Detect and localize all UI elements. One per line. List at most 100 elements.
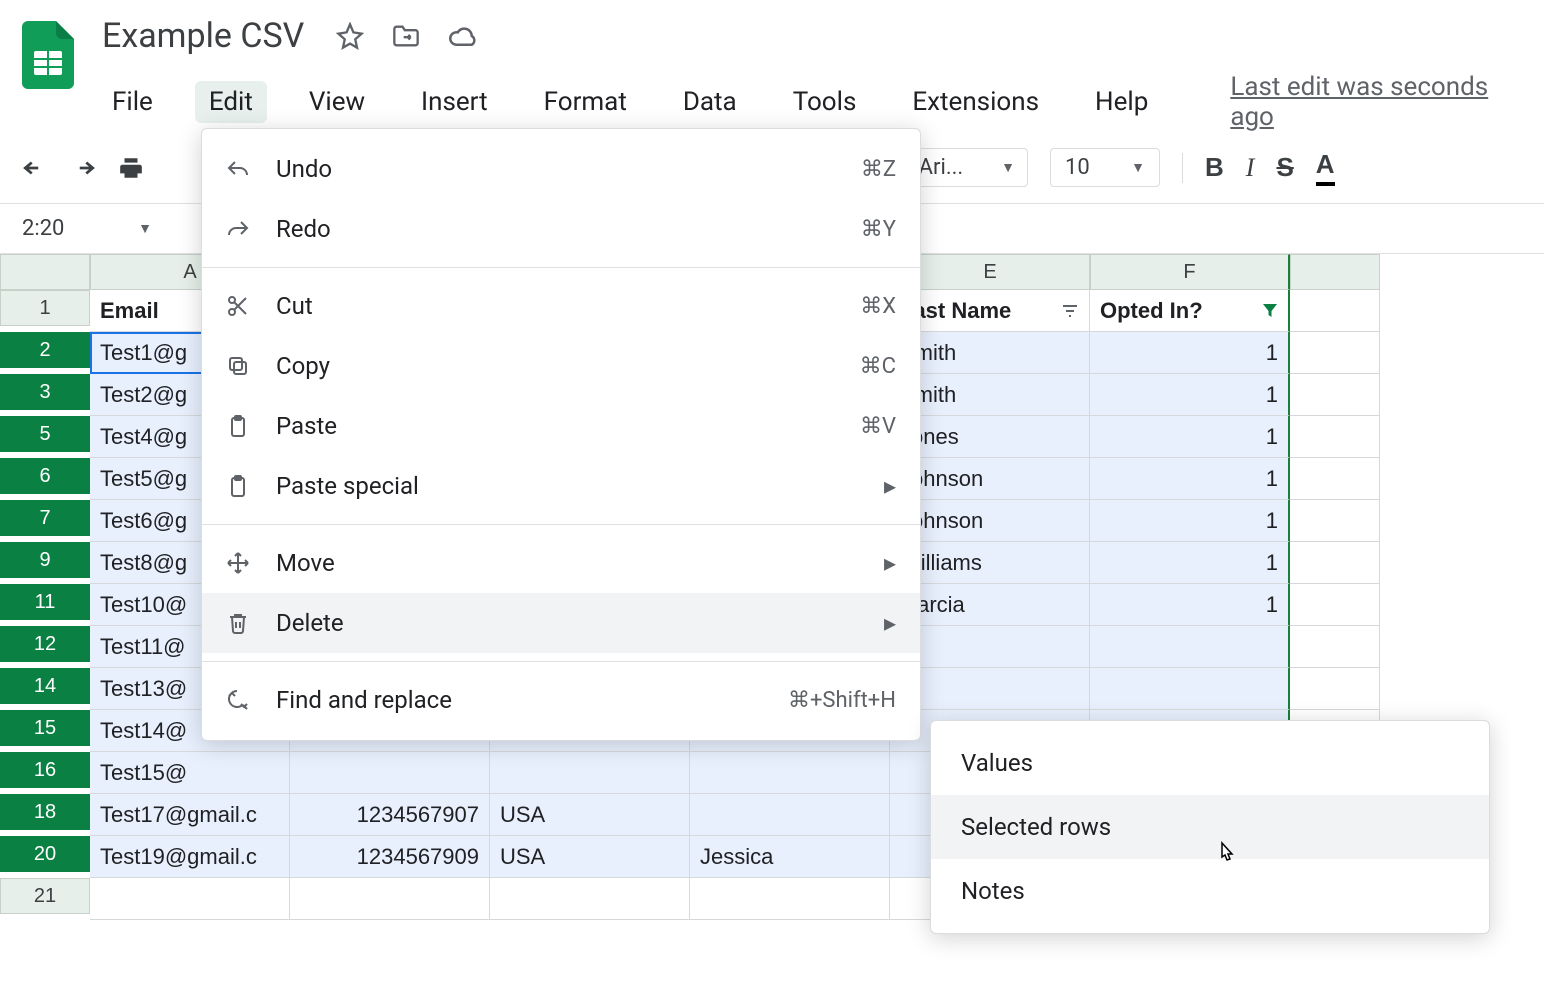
menu-paste-special[interactable]: Paste special ▸ [202,456,920,516]
menu-insert[interactable]: Insert [407,81,502,123]
submenu-notes[interactable]: Notes [931,859,1489,923]
row-header[interactable]: 1 [0,290,90,326]
row-header[interactable]: 21 [0,878,90,914]
menu-delete[interactable]: Delete ▸ [202,593,920,653]
column-header-g[interactable] [1290,254,1380,290]
row-header[interactable]: 18 [0,794,90,830]
name-box[interactable]: 2:20 ▼ [12,212,162,245]
row-header[interactable]: 5 [0,416,90,452]
redo-icon[interactable] [70,158,96,178]
cell[interactable] [1290,668,1380,710]
menu-paste[interactable]: Paste ⌘V [202,396,920,456]
menu-label: Delete [276,609,862,637]
menu-shortcut: ⌘C [860,354,896,379]
submenu-selected-rows[interactable]: Selected rows [931,795,1489,859]
row-header[interactable]: 6 [0,458,90,494]
cell[interactable]: USA [490,794,690,836]
cell[interactable]: USA [490,836,690,878]
row-header[interactable]: 3 [0,374,90,410]
cell[interactable]: Test17@gmail.c [90,794,290,836]
cell[interactable] [1290,458,1380,500]
row-header[interactable]: 2 [0,332,90,368]
cell[interactable]: Test15@ [90,752,290,794]
cell[interactable] [1290,332,1380,374]
cell[interactable]: 1 [1090,458,1290,500]
cell[interactable]: Jessica [690,836,890,878]
cell[interactable] [1090,626,1290,668]
font-size-dropdown[interactable]: 10 ▼ [1050,148,1160,187]
submenu-values[interactable]: Values [931,731,1489,795]
font-size-value: 10 [1065,155,1090,180]
cell[interactable] [1090,668,1290,710]
cell[interactable]: 1 [1090,332,1290,374]
menu-find-replace[interactable]: Find and replace ⌘+Shift+H [202,670,920,730]
cloud-status-icon[interactable] [448,24,478,48]
filter-active-icon[interactable] [1262,303,1278,319]
menu-data[interactable]: Data [669,81,751,123]
cell[interactable] [1290,542,1380,584]
menu-view[interactable]: View [295,81,379,123]
cell[interactable] [1290,416,1380,458]
cell[interactable] [1290,584,1380,626]
cell[interactable] [1290,374,1380,416]
menu-help[interactable]: Help [1081,81,1162,123]
menubar: File Edit View Insert Format Data Tools … [98,72,1524,132]
sheets-logo-icon[interactable] [20,20,76,90]
cell[interactable]: 1 [1090,584,1290,626]
clipboard-icon [226,474,254,498]
cell[interactable]: 1 [1090,374,1290,416]
cell[interactable] [690,794,890,836]
menu-copy[interactable]: Copy ⌘C [202,336,920,396]
cell[interactable]: 1 [1090,542,1290,584]
cell[interactable]: 1234567907 [290,794,490,836]
cell[interactable] [490,752,690,794]
menu-shortcut: ⌘Z [861,157,896,182]
menu-shortcut: ⌘Y [861,217,896,242]
menu-tools[interactable]: Tools [779,81,871,123]
cell-header-f[interactable]: Opted In? [1090,290,1290,332]
cell[interactable]: 1 [1090,416,1290,458]
move-to-folder-icon[interactable] [392,24,420,48]
star-icon[interactable] [336,22,364,50]
row-header[interactable]: 11 [0,584,90,620]
column-header-f[interactable]: F [1090,254,1290,290]
print-icon[interactable] [118,156,144,180]
document-title[interactable]: Example CSV [98,14,308,58]
cell[interactable] [1290,626,1380,668]
row-header[interactable]: 12 [0,626,90,662]
cell[interactable] [690,752,890,794]
menu-file[interactable]: File [98,81,167,123]
row-header[interactable]: 20 [0,836,90,872]
filter-icon[interactable] [1061,304,1079,318]
header-label-optedin: Opted In? [1100,298,1203,324]
cell[interactable] [690,878,890,920]
menu-move[interactable]: Move ▸ [202,533,920,593]
last-edit-link[interactable]: Last edit was seconds ago [1230,72,1524,132]
italic-button[interactable]: I [1246,153,1255,183]
cell[interactable] [290,752,490,794]
cell[interactable]: 1234567909 [290,836,490,878]
cell[interactable] [1290,290,1380,332]
text-color-button[interactable]: A [1316,149,1335,186]
row-header[interactable]: 9 [0,542,90,578]
bold-button[interactable]: B [1205,152,1224,183]
menu-redo[interactable]: Redo ⌘Y [202,199,920,259]
undo-icon[interactable] [22,158,48,178]
menu-format[interactable]: Format [530,81,641,123]
cell[interactable] [1290,500,1380,542]
menu-extensions[interactable]: Extensions [898,81,1053,123]
row-header[interactable]: 14 [0,668,90,704]
row-header[interactable]: 15 [0,710,90,746]
cell[interactable] [90,878,290,920]
menu-cut[interactable]: Cut ⌘X [202,276,920,336]
cell[interactable]: 1 [1090,500,1290,542]
menu-undo[interactable]: Undo ⌘Z [202,139,920,199]
cell[interactable]: Test19@gmail.c [90,836,290,878]
row-header[interactable]: 7 [0,500,90,536]
cell[interactable] [290,878,490,920]
cell[interactable] [490,878,690,920]
row-header[interactable]: 16 [0,752,90,788]
menu-edit[interactable]: Edit [195,81,267,123]
strikethrough-button[interactable]: S [1276,152,1293,183]
select-all-corner[interactable] [0,254,90,290]
